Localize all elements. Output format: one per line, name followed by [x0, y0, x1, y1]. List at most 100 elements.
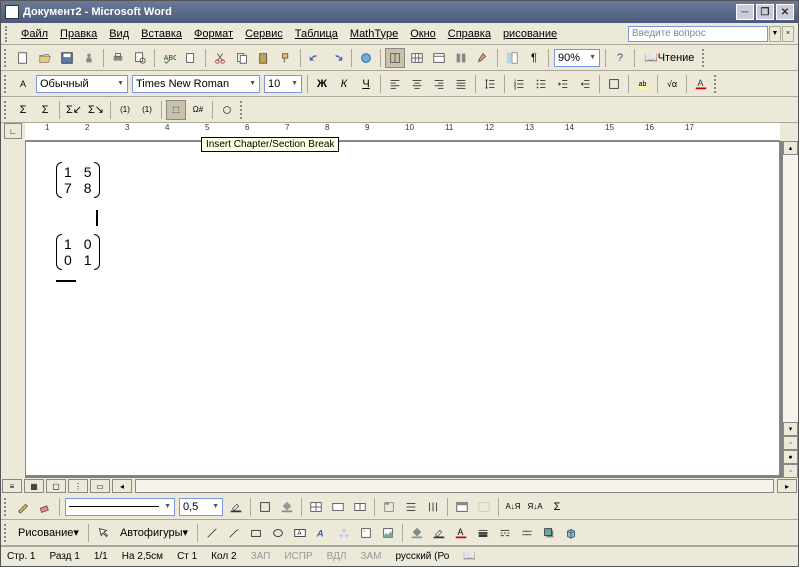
prev-page-button[interactable]: ◦ — [783, 436, 798, 450]
align-center-button[interactable] — [407, 74, 427, 94]
line-button[interactable] — [202, 523, 222, 543]
undo-button[interactable] — [305, 48, 325, 68]
rectangle-button[interactable] — [246, 523, 266, 543]
drawing-toolbar-button[interactable] — [473, 48, 493, 68]
scroll-up-button[interactable]: ▴ — [783, 141, 798, 155]
grip[interactable] — [4, 498, 9, 516]
menu-tools[interactable]: Сервис — [239, 26, 289, 42]
grip[interactable] — [4, 75, 9, 93]
size-combo[interactable]: 10▼ — [264, 75, 302, 93]
zoom-combo[interactable]: 90%▼ — [554, 49, 600, 67]
arrow-style-button[interactable] — [517, 523, 537, 543]
print-view-button[interactable]: ▢ — [46, 479, 66, 493]
open-button[interactable] — [35, 48, 55, 68]
status-book-icon[interactable]: 📖 — [463, 551, 475, 562]
grip[interactable] — [4, 49, 9, 67]
save-button[interactable] — [57, 48, 77, 68]
line-style-button[interactable] — [473, 523, 493, 543]
scroll-down-button[interactable]: ▾ — [783, 422, 798, 436]
align-justify-button[interactable] — [451, 74, 471, 94]
close-button[interactable]: ✕ — [776, 4, 794, 20]
new-doc-button[interactable] — [13, 48, 33, 68]
redo-button[interactable] — [327, 48, 347, 68]
menu-help[interactable]: Справка — [442, 26, 497, 42]
menu-table[interactable]: Таблица — [289, 26, 344, 42]
insert-table-button[interactable] — [407, 48, 427, 68]
dash-style-button[interactable] — [495, 523, 515, 543]
line-style-combo[interactable]: ▼ — [65, 498, 175, 516]
picture-button[interactable] — [378, 523, 398, 543]
eqn-ref-button[interactable]: (1) — [137, 100, 157, 120]
menu-window[interactable]: Окно — [404, 26, 442, 42]
minimize-button[interactable]: ─ — [736, 4, 754, 20]
sigma-display-button[interactable]: Σ — [35, 100, 55, 120]
document-page[interactable]: 15 78 10 01 — [25, 141, 780, 476]
shading-button[interactable] — [277, 497, 297, 517]
outside-border-button[interactable] — [255, 497, 275, 517]
align-right-button[interactable] — [429, 74, 449, 94]
copy-button[interactable] — [232, 48, 252, 68]
style-combo[interactable]: Обычный▼ — [36, 75, 128, 93]
horizontal-ruler[interactable]: Insert Chapter/Section Break 12345678910… — [25, 123, 780, 141]
cut-button[interactable] — [210, 48, 230, 68]
matrix-2[interactable]: 10 01 — [56, 234, 100, 270]
clipart-button[interactable] — [356, 523, 376, 543]
font-color-draw-button[interactable]: A — [451, 523, 471, 543]
menu-close[interactable]: × — [782, 26, 794, 42]
eraser-button[interactable] — [35, 497, 55, 517]
scroll-left-button[interactable]: ◂ — [112, 479, 132, 493]
scroll-right-button[interactable]: ▸ — [777, 479, 797, 493]
grip[interactable] — [240, 101, 245, 119]
menu-mathtype[interactable]: MathType — [344, 26, 404, 42]
ask-question-box[interactable]: Введите вопрос — [628, 26, 768, 42]
grip[interactable] — [702, 49, 707, 67]
distribute-rows-button[interactable] — [401, 497, 421, 517]
drawing-menu[interactable]: Рисование ▾ — [12, 524, 85, 542]
status-lang[interactable]: русский (Ро — [395, 551, 449, 562]
matrix-1[interactable]: 15 78 — [56, 162, 100, 198]
tables-borders-button[interactable] — [385, 48, 405, 68]
permission-button[interactable] — [79, 48, 99, 68]
textbox-button[interactable]: A — [290, 523, 310, 543]
border-color-button[interactable] — [226, 497, 246, 517]
outline-view-button[interactable]: ⋮ — [68, 479, 88, 493]
reading-view-button[interactable]: ▭ — [90, 479, 110, 493]
autosum-button[interactable]: Σ — [547, 497, 567, 517]
horizontal-scrollbar[interactable] — [135, 479, 774, 493]
grip[interactable] — [4, 524, 9, 542]
menu-file[interactable]: Файл — [15, 26, 54, 42]
research-button[interactable] — [181, 48, 201, 68]
sort-asc-button[interactable]: А↓Я — [503, 497, 523, 517]
sort-desc-button[interactable]: Я↓А — [525, 497, 545, 517]
draw-table-button[interactable] — [13, 497, 33, 517]
mathtype-prefs-button[interactable] — [217, 100, 237, 120]
align-left-button[interactable] — [385, 74, 405, 94]
font-color-button[interactable]: A — [691, 74, 711, 94]
show-marks-button[interactable]: ¶ — [524, 48, 544, 68]
indent-decrease-button[interactable] — [553, 74, 573, 94]
sigma-left-button[interactable]: Σ↙ — [64, 100, 84, 120]
arrow-button[interactable] — [224, 523, 244, 543]
paste-button[interactable] — [254, 48, 274, 68]
ask-dropdown[interactable]: ▼ — [769, 26, 781, 42]
format-painter-button[interactable] — [276, 48, 296, 68]
browse-object-button[interactable]: ● — [783, 450, 798, 464]
numbering-button[interactable]: 123 — [509, 74, 529, 94]
line-spacing-button[interactable] — [480, 74, 500, 94]
sigma-inline-button[interactable]: Σ — [13, 100, 33, 120]
split-cells-button[interactable] — [350, 497, 370, 517]
chapter-break-button[interactable]: ⬚ — [166, 100, 186, 120]
underline-button[interactable]: Ч — [356, 74, 376, 94]
wordart-button[interactable]: A — [312, 523, 332, 543]
update-button[interactable]: Ω# — [188, 100, 208, 120]
3d-button[interactable] — [561, 523, 581, 543]
autoshapes-menu[interactable]: Автофигуры ▾ — [114, 524, 194, 542]
autoformat-button[interactable] — [452, 497, 472, 517]
tab-selector[interactable]: ∟ — [4, 123, 22, 139]
select-objects-button[interactable] — [93, 523, 113, 543]
grip[interactable] — [4, 101, 9, 119]
columns-button[interactable] — [451, 48, 471, 68]
bullets-button[interactable] — [531, 74, 551, 94]
line-weight-combo[interactable]: 0,5▼ — [179, 498, 223, 516]
status-ext[interactable]: ВДЛ — [327, 551, 347, 562]
